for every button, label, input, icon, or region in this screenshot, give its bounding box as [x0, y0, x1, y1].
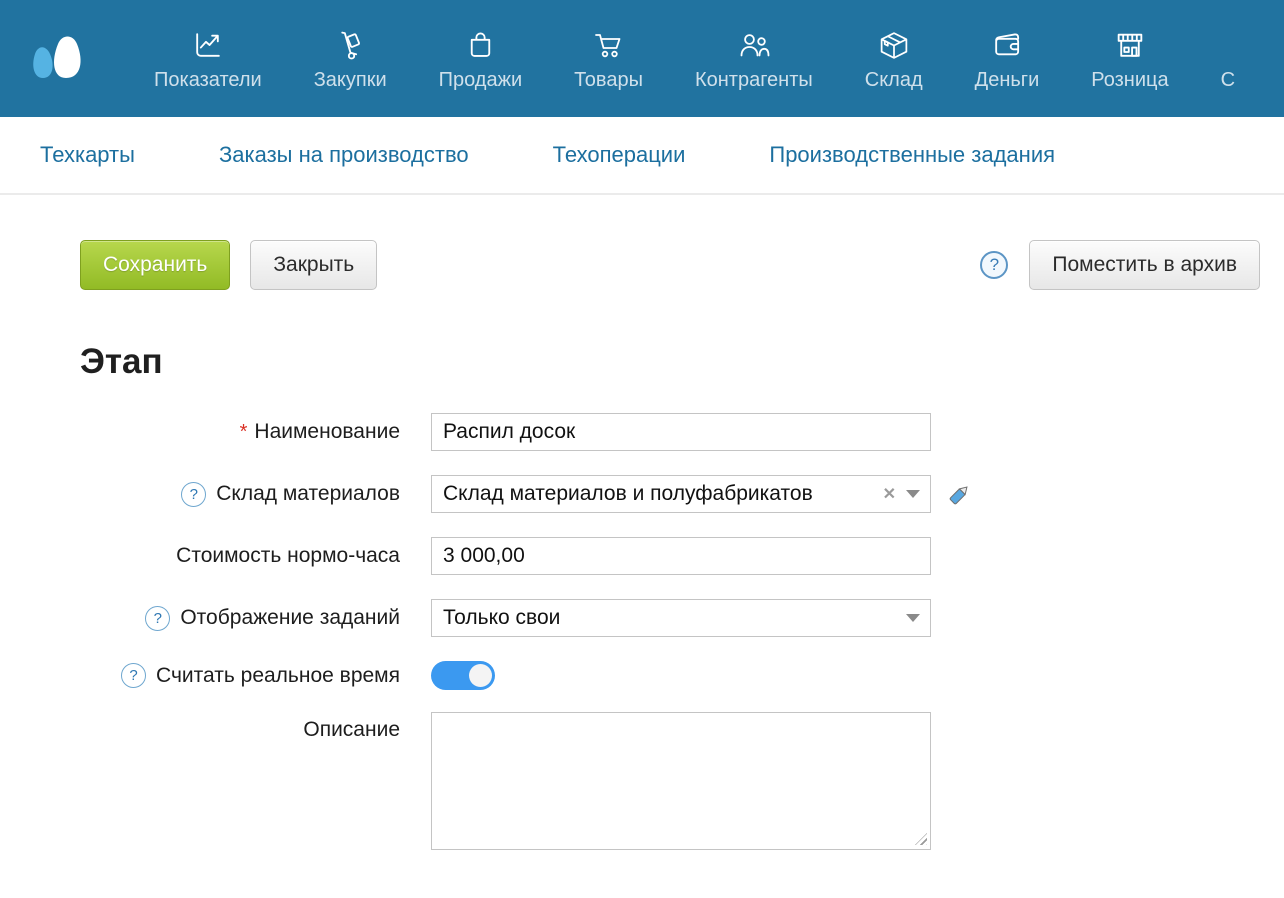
help-icon[interactable]: ? — [181, 482, 206, 507]
help-icon[interactable]: ? — [121, 663, 146, 688]
people-icon — [737, 26, 771, 62]
nav-label: Продажи — [439, 69, 523, 92]
required-asterisk: * — [240, 421, 248, 444]
wallet-icon — [990, 26, 1024, 62]
chevron-down-icon[interactable] — [906, 614, 920, 622]
nav-item-counterparties[interactable]: Контрагенты — [669, 26, 839, 92]
tasks-display-field-label: Отображение заданий — [180, 606, 400, 630]
nav-item-indicators[interactable]: Показатели — [128, 26, 288, 92]
nav-label: Склад — [865, 69, 923, 92]
chart-icon — [191, 26, 224, 62]
name-input[interactable] — [431, 413, 931, 451]
rate-input[interactable] — [431, 537, 931, 575]
nav-item-warehouse[interactable]: Склад — [839, 26, 949, 92]
help-icon[interactable]: ? — [145, 606, 170, 631]
handtruck-icon — [334, 26, 367, 62]
subnav-item-production-orders[interactable]: Заказы на производство — [219, 142, 469, 168]
nav-label: Товары — [574, 69, 643, 92]
chevron-down-icon[interactable] — [906, 490, 920, 498]
edit-pencil-icon[interactable] — [946, 481, 973, 508]
close-button[interactable]: Закрыть — [250, 240, 377, 289]
form-row-tasks-display: ? Отображение заданий Только свои — [80, 599, 1284, 637]
form-row-real-time: ? Считать реальное время — [80, 661, 1284, 690]
warehouse-field-label: Склад материалов — [216, 482, 400, 506]
description-textarea[interactable] — [431, 712, 931, 850]
archive-button[interactable]: Поместить в архив — [1029, 240, 1260, 289]
form-row-name: * Наименование — [80, 413, 1284, 451]
nav-label: Контрагенты — [695, 69, 813, 92]
subnav-item-techcards[interactable]: Техкарты — [40, 142, 135, 168]
cart-icon — [592, 26, 626, 62]
page-title: Этап — [80, 342, 1284, 382]
save-button[interactable]: Сохранить — [80, 240, 230, 289]
nav-label: Розница — [1091, 69, 1168, 92]
help-icon[interactable]: ? — [980, 251, 1008, 279]
nav-item-goods[interactable]: Товары — [548, 26, 669, 92]
toolbar-right-group: ? Поместить в архив — [980, 239, 1260, 291]
nav-label: Закупки — [314, 69, 387, 92]
nav-label: Показатели — [154, 69, 262, 92]
toggle-knob — [469, 664, 492, 687]
top-navigation: Показатели Закупки Продажи — [128, 26, 1261, 92]
nav-item-truncated[interactable]: С — [1195, 26, 1261, 92]
toolbar: Сохранить Закрыть ? Поместить в архив — [80, 239, 1260, 291]
app-logo[interactable] — [26, 30, 92, 88]
name-field-label: Наименование — [254, 420, 400, 444]
package-icon — [877, 26, 911, 62]
moysklad-logo-icon — [26, 30, 92, 88]
main-header: Показатели Закупки Продажи — [0, 0, 1284, 117]
clear-icon[interactable]: ✕ — [883, 484, 896, 504]
subnav-item-production-tasks[interactable]: Производственные задания — [769, 142, 1055, 168]
shopping-bag-icon — [464, 26, 497, 62]
storefront-icon — [1113, 26, 1147, 62]
nav-item-sales[interactable]: Продажи — [413, 26, 549, 92]
real-time-field-label: Считать реальное время — [156, 664, 400, 688]
production-subnav: Техкарты Заказы на производство Техопера… — [0, 117, 1284, 195]
form-row-description: Описание — [80, 712, 1284, 850]
form-row-warehouse: ? Склад материалов Склад материалов и по… — [80, 475, 1284, 513]
nav-item-purchases[interactable]: Закупки — [288, 26, 413, 92]
stage-form: * Наименование ? Склад материалов Склад … — [0, 413, 1284, 850]
rate-field-label: Стоимость нормо-часа — [176, 544, 400, 568]
real-time-toggle[interactable] — [431, 661, 495, 690]
nav-label: С — [1221, 69, 1235, 92]
nav-item-money[interactable]: Деньги — [949, 26, 1066, 92]
subnav-item-techoperations[interactable]: Техоперации — [553, 142, 686, 168]
warehouse-combobox[interactable]: Склад материалов и полуфабрикатов ✕ — [431, 475, 931, 513]
nav-item-retail[interactable]: Розница — [1065, 26, 1194, 92]
form-row-rate: Стоимость нормо-часа — [80, 537, 1284, 575]
warehouse-selected-value: Склад материалов и полуфабрикатов — [443, 482, 879, 506]
description-field-label: Описание — [303, 718, 400, 742]
nav-label: Деньги — [975, 69, 1040, 92]
tasks-display-select[interactable]: Только свои — [431, 599, 931, 637]
tasks-display-selected-value: Только свои — [443, 606, 906, 630]
